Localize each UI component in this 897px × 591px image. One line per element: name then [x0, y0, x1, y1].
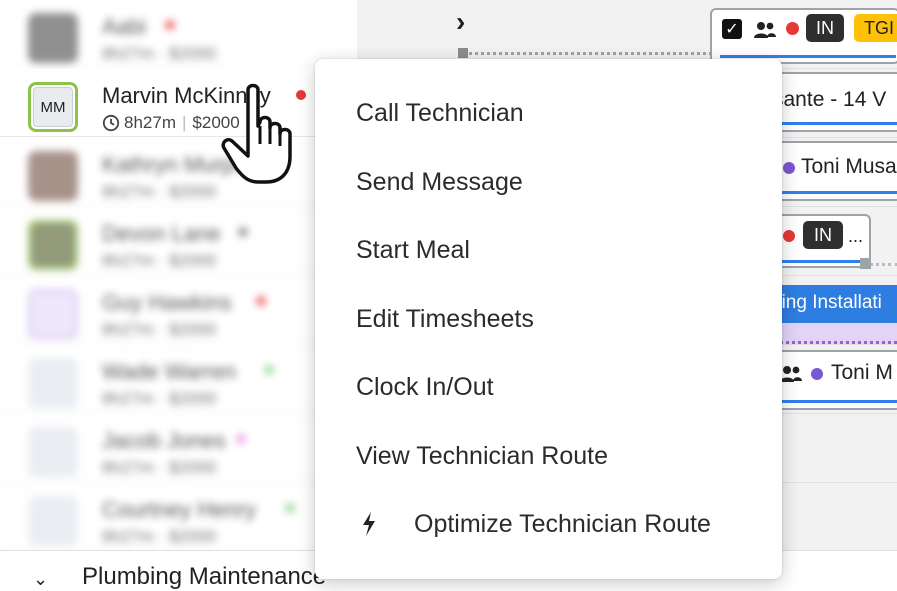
- technician-context-menu: Call Technician Send Message Start Meal …: [315, 59, 782, 579]
- status-dot: [285, 503, 295, 513]
- technician-name: Devon Lane: [102, 221, 221, 246]
- avatar: [28, 13, 78, 63]
- progress-line: [763, 400, 897, 403]
- avatar: MM: [28, 82, 78, 132]
- technician-name: Wade Warren: [102, 359, 237, 384]
- assignee-dot: [811, 368, 823, 380]
- menu-item-label: View Technician Route: [356, 441, 609, 470]
- lightning-bolt-icon: [363, 512, 375, 536]
- clock-icon: [102, 114, 120, 132]
- technician-name: Courtney Henry: [102, 497, 257, 522]
- technician-row[interactable]: Devon Lane 8h27m · $2000: [0, 207, 357, 275]
- status-dot: [165, 20, 175, 30]
- technician-name: Aabi: [102, 14, 147, 39]
- technician-meta: 8h27m · $2000: [102, 320, 217, 339]
- hand-pointer-cursor-icon: [221, 83, 292, 184]
- group-title: Plumbing Maintenance: [82, 563, 327, 590]
- technician-meta: 8h27m · $2000: [102, 182, 217, 201]
- technician-meta: 8h27m · $2000: [102, 44, 217, 63]
- people-icon: [754, 22, 776, 38]
- tag-badge: TGI: [854, 14, 897, 42]
- status-dot: [264, 365, 274, 375]
- avatar: [28, 220, 78, 270]
- timeline-connector: [462, 52, 712, 55]
- connector-handle[interactable]: [458, 48, 468, 58]
- technician-name: Guy Hawkins: [102, 290, 232, 315]
- menu-item-edit-timesheets[interactable]: Edit Timesheets: [315, 289, 782, 349]
- menu-item-optimize-technician-route[interactable]: Optimize Technician Route: [315, 494, 782, 554]
- assignee-dot: [783, 162, 795, 174]
- status-dot: [783, 230, 795, 242]
- status-badge: IN: [803, 221, 843, 249]
- menu-item-label: Call Technician: [356, 98, 524, 127]
- progress-line: [763, 191, 897, 194]
- technician-row[interactable]: Courtney Henry 8h27m · $2000: [0, 483, 357, 551]
- shift-duration: 8h27m: [124, 113, 176, 132]
- progress-line: [763, 122, 897, 125]
- avatar: [28, 289, 78, 339]
- avatar: [28, 496, 78, 546]
- technician-meta: 8h27m · $2000: [102, 389, 217, 408]
- menu-item-call-technician[interactable]: Call Technician: [315, 83, 782, 143]
- menu-item-label: Send Message: [356, 167, 523, 196]
- status-badge: IN: [806, 14, 844, 42]
- menu-item-label: Edit Timesheets: [356, 304, 534, 333]
- avatar: [28, 427, 78, 477]
- technician-name: Jacob Jones: [102, 428, 226, 453]
- status-dot: [238, 227, 248, 237]
- job-title: hing Installati: [771, 292, 882, 313]
- status-dot: [236, 434, 246, 444]
- job-title: sante - 14 V: [773, 88, 887, 111]
- menu-item-label: Clock In/Out: [356, 372, 494, 401]
- menu-item-label: Start Meal: [356, 235, 470, 264]
- avatar: [28, 151, 78, 201]
- checkbox-checked-icon[interactable]: ✓: [722, 19, 742, 39]
- connector-handle[interactable]: [860, 258, 871, 269]
- technician-meta: 8h27m · $2000: [102, 527, 217, 546]
- status-dot: [256, 296, 266, 306]
- avatar: [28, 358, 78, 408]
- job-assignee: Toni Musa: [801, 155, 897, 178]
- dispatch-board: › ✓ IN TGI sante - 14 V Toni Musa IN ...…: [0, 0, 897, 590]
- status-dot: [786, 22, 799, 35]
- collapse-chevron-icon[interactable]: ⌄: [33, 569, 48, 590]
- technician-row[interactable]: Aabi 8h27m · $2000: [0, 0, 357, 68]
- job-assignee: Toni M: [831, 361, 893, 384]
- menu-item-start-meal[interactable]: Start Meal: [315, 220, 782, 280]
- menu-item-label: Optimize Technician Route: [414, 509, 711, 538]
- menu-item-send-message[interactable]: Send Message: [315, 152, 782, 212]
- avatar-initials: MM: [33, 87, 73, 127]
- technician-meta: 8h27m · $2000: [102, 458, 217, 477]
- progress-line: [720, 55, 896, 58]
- technician-row[interactable]: Guy Hawkins 8h27m · $2000: [0, 276, 357, 344]
- job-card-top[interactable]: ✓ IN TGI: [710, 8, 897, 64]
- technician-row[interactable]: Jacob Jones 8h27m · $2000: [0, 414, 357, 482]
- expand-chevron-icon[interactable]: ›: [456, 6, 465, 38]
- more-button[interactable]: ...: [848, 226, 863, 247]
- meta-divider: |: [181, 113, 187, 132]
- technician-meta: 8h27m · $2000: [102, 251, 217, 270]
- people-icon: [780, 366, 802, 382]
- timeline-connector: [869, 263, 897, 266]
- menu-item-clock-in-out[interactable]: Clock In/Out: [315, 357, 782, 417]
- menu-item-view-technician-route[interactable]: View Technician Route: [315, 426, 782, 486]
- technician-row[interactable]: Wade Warren 8h27m · $2000: [0, 345, 357, 413]
